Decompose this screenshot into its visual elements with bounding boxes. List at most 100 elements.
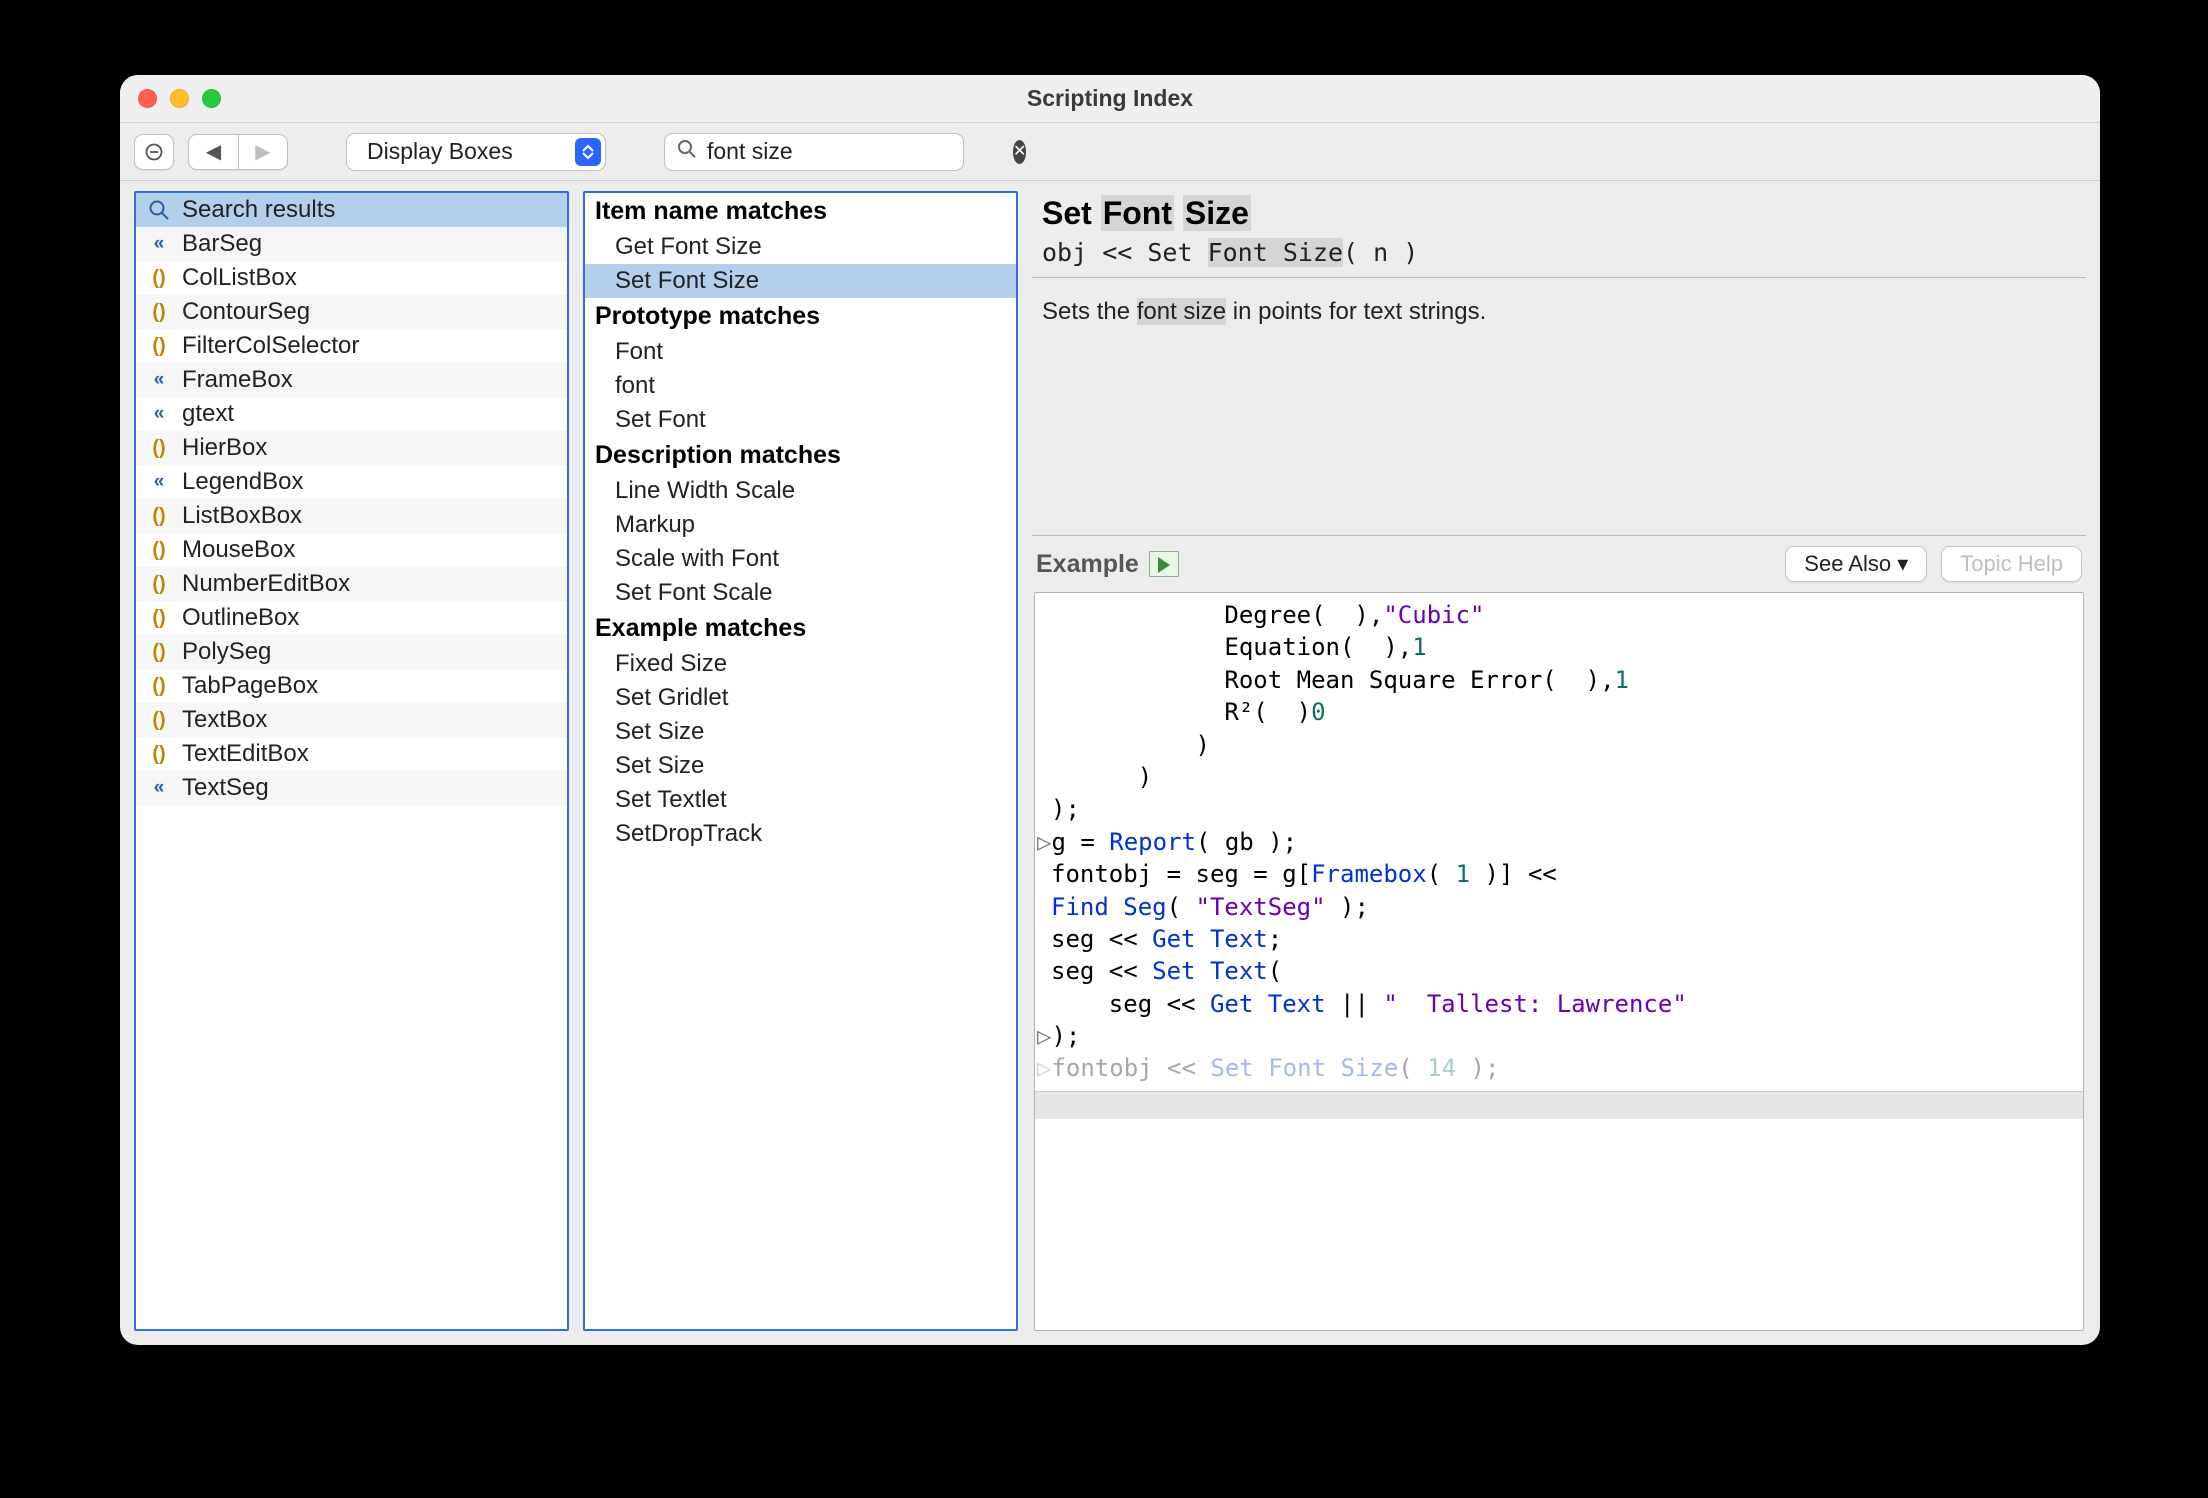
category-list-label: TextEditBox (182, 740, 309, 768)
match-item[interactable]: Set Font (585, 403, 1016, 437)
category-list-item[interactable]: ()TextBox (136, 703, 567, 737)
parens-icon: () (146, 301, 172, 324)
category-list-label: MouseBox (182, 536, 295, 564)
category-list-item[interactable]: Search results (136, 193, 567, 227)
category-list-item[interactable]: « TextSeg (136, 771, 567, 805)
window-title: Scripting Index (120, 85, 2100, 112)
see-also-button[interactable]: See Also ▾ (1785, 546, 1927, 582)
arrow-left-icon: ◀ (206, 139, 221, 164)
category-list-label: FrameBox (182, 366, 293, 394)
parens-icon: () (146, 267, 172, 290)
match-item[interactable]: Set Font Scale (585, 576, 1016, 610)
category-list-label: ContourSeg (182, 298, 310, 326)
example-toolbar: Example See Also ▾ Topic Help (1032, 546, 2086, 582)
category-list-item[interactable]: ()HierBox (136, 431, 567, 465)
parens-icon: () (146, 709, 172, 732)
category-list-item[interactable]: () TabPageBox (136, 669, 567, 703)
category-list-label: ColListBox (182, 264, 297, 292)
match-item[interactable]: Set Gridlet (585, 681, 1016, 715)
traffic-lights (138, 89, 221, 108)
category-list-label: Search results (182, 196, 335, 224)
category-list-item[interactable]: () OutlineBox (136, 601, 567, 635)
matches-panel[interactable]: Item name matchesGet Font SizeSet Font S… (583, 191, 1018, 1331)
parens-icon: () (146, 335, 172, 358)
match-item[interactable]: font (585, 369, 1016, 403)
match-section-header: Item name matches (585, 193, 1016, 230)
category-list-item[interactable]: « LegendBox (136, 465, 567, 499)
category-list-item[interactable]: () ContourSeg (136, 295, 567, 329)
match-item[interactable]: Set Size (585, 715, 1016, 749)
match-item[interactable]: Set Textlet (585, 783, 1016, 817)
run-script-icon[interactable] (1149, 551, 1179, 577)
match-item[interactable]: Markup (585, 508, 1016, 542)
topic-help-button[interactable]: Topic Help (1941, 546, 2082, 582)
double-chevron-icon: « (146, 369, 172, 391)
match-section-header: Example matches (585, 610, 1016, 647)
category-list-item[interactable]: ()PolySeg (136, 635, 567, 669)
dropdown-value: Display Boxes (367, 138, 513, 165)
double-chevron-icon: « (146, 403, 172, 425)
example-label: Example (1036, 550, 1139, 579)
window-titlebar: Scripting Index (120, 75, 2100, 123)
category-list-item[interactable]: « gtext (136, 397, 567, 431)
category-list-label: FilterColSelector (182, 332, 359, 360)
category-list-item[interactable]: « FrameBox (136, 363, 567, 397)
match-section-header: Prototype matches (585, 298, 1016, 335)
match-section-header: Description matches (585, 437, 1016, 474)
doc-title: Set Font Size (1042, 195, 2076, 232)
arrow-right-icon: ▶ (255, 139, 270, 164)
category-list-label: OutlineBox (182, 604, 299, 632)
doc-syntax: obj << Set Font Size( n ) (1042, 238, 2076, 267)
category-list-item[interactable]: () TextEditBox (136, 737, 567, 771)
parens-icon: () (146, 743, 172, 766)
category-dropdown[interactable]: Display Boxes (346, 133, 606, 171)
match-item[interactable]: Fixed Size (585, 647, 1016, 681)
category-list-item[interactable]: « BarSeg (136, 227, 567, 261)
category-list-label: LegendBox (182, 468, 303, 496)
doc-panel: Set Font Size obj << Set Font Size( n ) … (1032, 191, 2086, 1331)
x-icon: ✕ (1013, 144, 1026, 160)
search-icon (146, 199, 172, 221)
scripting-index-window: Scripting Index ◀ ▶ Display Boxes (120, 75, 2100, 1345)
match-item[interactable]: Set Size (585, 749, 1016, 783)
match-item[interactable]: Line Width Scale (585, 474, 1016, 508)
doc-header: Set Font Size obj << Set Font Size( n ) (1032, 191, 2086, 278)
clear-search-button[interactable]: ✕ (1013, 140, 1026, 164)
match-item[interactable]: SetDropTrack (585, 817, 1016, 851)
category-list-panel[interactable]: Search results « BarSeg () ColListBox () Conto… (134, 191, 569, 1331)
remove-button[interactable] (134, 134, 174, 170)
category-list-item[interactable]: ()MouseBox (136, 533, 567, 567)
search-input[interactable] (705, 137, 1005, 166)
category-list-label: PolySeg (182, 638, 271, 666)
parens-icon: () (146, 675, 172, 698)
category-list-label: ListBoxBox (182, 502, 302, 530)
category-list-label: TextSeg (182, 774, 269, 802)
zoom-window-button[interactable] (202, 89, 221, 108)
match-item[interactable]: Scale with Font (585, 542, 1016, 576)
search-icon (677, 138, 697, 165)
category-list-label: gtext (182, 400, 234, 428)
search-field[interactable]: ✕ (664, 133, 964, 171)
category-list-item[interactable]: ()NumberEditBox (136, 567, 567, 601)
double-chevron-icon: « (146, 777, 172, 799)
category-list-item[interactable]: () FilterColSelector (136, 329, 567, 363)
parens-icon: () (146, 607, 172, 630)
double-chevron-icon: « (146, 471, 172, 493)
parens-icon: () (146, 505, 172, 528)
double-chevron-icon: « (146, 233, 172, 255)
nav-back-button[interactable]: ◀ (188, 134, 238, 170)
code-example-box[interactable]: Degree( ),"Cubic" Equation( ),1 Root Mea… (1034, 592, 2084, 1331)
category-list-item[interactable]: () ColListBox (136, 261, 567, 295)
category-list-item[interactable]: () ListBoxBox (136, 499, 567, 533)
match-item[interactable]: Get Font Size (585, 230, 1016, 264)
close-window-button[interactable] (138, 89, 157, 108)
match-item[interactable]: Set Font Size (585, 264, 1016, 298)
category-list-label: TabPageBox (182, 672, 318, 700)
parens-icon: () (146, 437, 172, 460)
code-text: Degree( ),"Cubic" Equation( ),1 Root Mea… (1035, 593, 2083, 1091)
match-item[interactable]: Font (585, 335, 1016, 369)
category-list-label: BarSeg (182, 230, 262, 258)
nav-forward-button[interactable]: ▶ (238, 134, 288, 170)
toolbar: ◀ ▶ Display Boxes ✕ (120, 123, 2100, 181)
minimize-window-button[interactable] (170, 89, 189, 108)
